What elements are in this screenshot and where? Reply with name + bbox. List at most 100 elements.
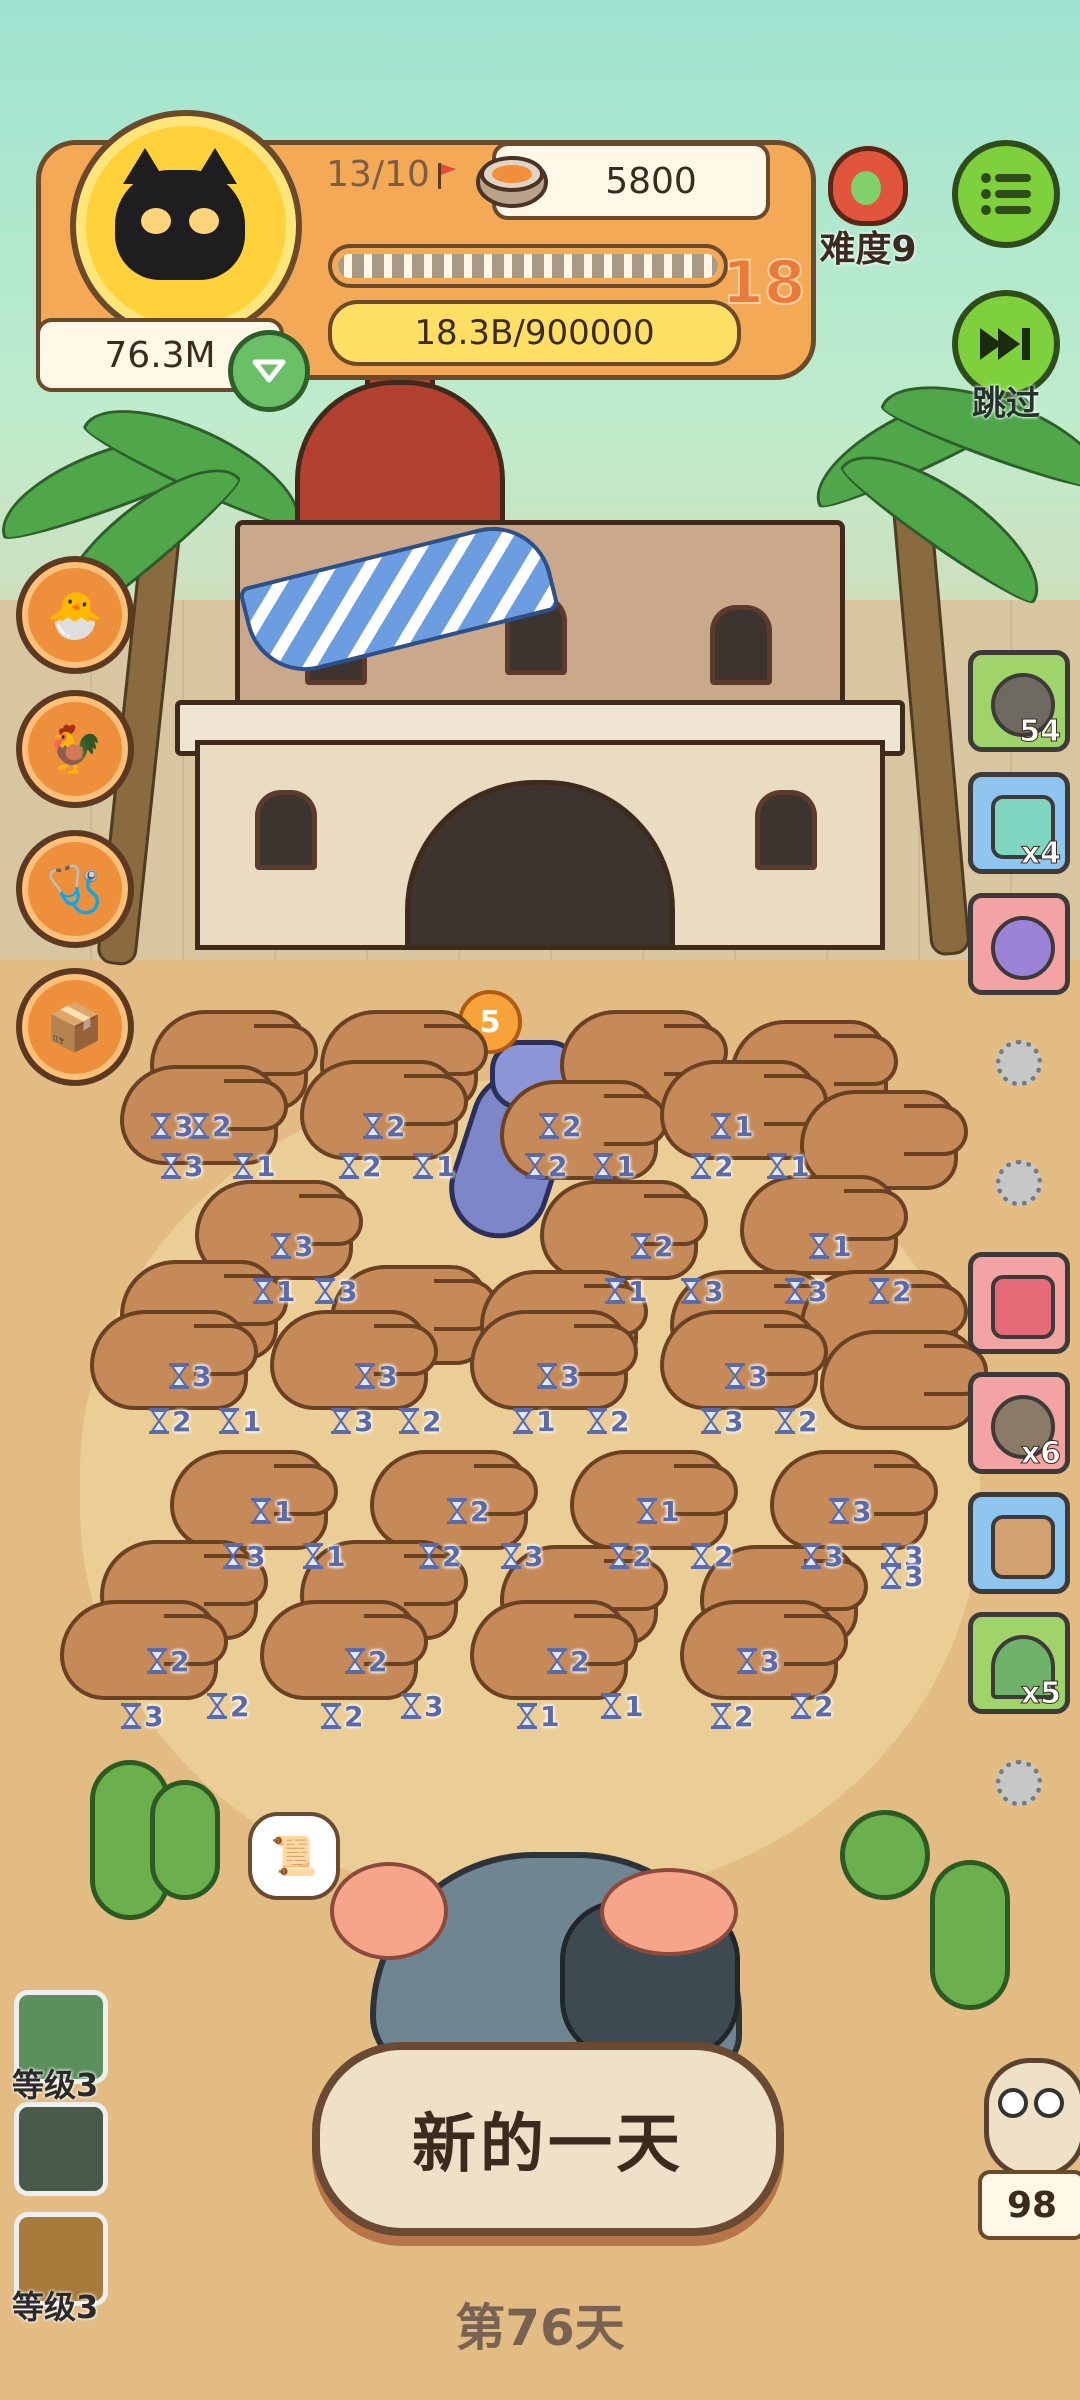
- hourglass-icon: [303, 1543, 323, 1569]
- hourglass-icon: [513, 1408, 533, 1434]
- timer-badge: 1: [232, 1150, 275, 1183]
- owl-count: 98: [978, 2170, 1080, 2240]
- capybara[interactable]: [540, 1180, 708, 1280]
- timer-badge: 2: [146, 1645, 189, 1678]
- capybara[interactable]: [60, 1600, 228, 1700]
- timer-value: 2: [230, 1690, 250, 1723]
- hourglass-icon: [345, 1648, 365, 1674]
- timer-value: 3: [424, 1690, 444, 1723]
- chevron-down-icon[interactable]: [228, 330, 310, 412]
- rooster-icon: 🐓: [46, 721, 104, 776]
- timer-badge: 3: [222, 1540, 265, 1573]
- new-day-button[interactable]: 新的一天: [312, 2042, 784, 2236]
- certificate-icon[interactable]: 📜: [248, 1812, 340, 1900]
- timer-value: 3: [294, 1230, 314, 1263]
- difficulty-indicator[interactable]: 难度9: [810, 146, 926, 272]
- wave-progress-text: 13/10: [326, 153, 430, 195]
- coin-tin-icon: [472, 142, 552, 214]
- timer-badge: 3: [354, 1360, 397, 1393]
- timer-badge: 2: [868, 1275, 911, 1308]
- hourglass-icon: [253, 1278, 273, 1304]
- timer-value: 2: [172, 1405, 192, 1438]
- jar-item[interactable]: x4: [968, 772, 1070, 874]
- chick-egg-button[interactable]: 🐣: [16, 556, 134, 674]
- hourglass-icon: [737, 1648, 757, 1674]
- timer-badge: 1: [808, 1230, 851, 1263]
- hourglass-icon: [601, 1693, 621, 1719]
- chick-egg-icon: 🐣: [46, 587, 104, 642]
- menu-icon: [981, 173, 1031, 215]
- timer-badge: 2: [710, 1700, 753, 1733]
- coin-counter: 5800: [476, 142, 770, 220]
- arena-building: [175, 350, 905, 950]
- timer-value: 3: [824, 1540, 844, 1573]
- rooster-button[interactable]: 🐓: [16, 690, 134, 808]
- timer-value: 3: [524, 1540, 544, 1573]
- timer-value: 3: [852, 1495, 872, 1528]
- timer-badge: 2: [446, 1495, 489, 1528]
- hourglass-icon: [631, 1233, 651, 1259]
- timer-value: 1: [274, 1495, 294, 1528]
- turtle-shell-count: x6: [1020, 1436, 1061, 1472]
- capybara[interactable]: [820, 1330, 988, 1430]
- timer-value: 2: [892, 1275, 912, 1308]
- hourglass-icon: [151, 1113, 171, 1139]
- timer-value: 2: [442, 1540, 462, 1573]
- box-button[interactable]: 📦: [16, 968, 134, 1086]
- menu-button[interactable]: [952, 140, 1060, 248]
- locked-level-slot[interactable]: [14, 2102, 108, 2196]
- turtle-shell-item[interactable]: x6: [968, 1372, 1070, 1474]
- hourglass-icon: [419, 1543, 439, 1569]
- timer-value: 2: [562, 1110, 582, 1143]
- difficulty-label: 难度9: [819, 229, 917, 270]
- hourglass-icon: [829, 1498, 849, 1524]
- timer-badge: 2: [188, 1110, 231, 1143]
- timer-value: 1: [256, 1150, 276, 1183]
- timer-value: 3: [174, 1110, 194, 1143]
- xp-progress-text: 18.3B/900000: [414, 313, 655, 353]
- timer-badge: 2: [774, 1405, 817, 1438]
- timer-badge: 3: [680, 1275, 723, 1308]
- hourglass-icon: [147, 1648, 167, 1674]
- first-aid-kit-button[interactable]: 🩺: [16, 830, 134, 948]
- hourglass-icon: [711, 1703, 731, 1729]
- timer-value: 2: [548, 1150, 568, 1183]
- hourglass-icon: [725, 1363, 745, 1389]
- timer-value: 3: [354, 1405, 374, 1438]
- locked-slot-icon: [996, 1160, 1042, 1206]
- timer-badge: 1: [600, 1690, 643, 1723]
- capybara[interactable]: [260, 1600, 428, 1700]
- timer-badge: 2: [320, 1700, 363, 1733]
- capybara[interactable]: [270, 1310, 438, 1410]
- hourglass-icon: [605, 1278, 625, 1304]
- heart-bag-item[interactable]: [968, 1252, 1070, 1354]
- hourglass-icon: [251, 1498, 271, 1524]
- timer-value: 1: [616, 1150, 636, 1183]
- timer-value: 3: [724, 1405, 744, 1438]
- hourglass-icon: [321, 1703, 341, 1729]
- timer-badge: 1: [604, 1275, 647, 1308]
- frame-item[interactable]: [968, 1492, 1070, 1594]
- timer-badge: 2: [630, 1230, 673, 1263]
- rock-pile-item[interactable]: 54: [968, 650, 1070, 752]
- hourglass-icon: [537, 1363, 557, 1389]
- timer-badge: 3: [736, 1645, 779, 1678]
- tent-item[interactable]: x5: [968, 1612, 1070, 1714]
- level-label-1: 等级3: [12, 2066, 99, 2104]
- timer-badge: 1: [412, 1150, 455, 1183]
- hourglass-icon: [501, 1543, 521, 1569]
- game-stage[interactable]: 5 23122 1 2 2 1 1 2 1 3 1 3 2 1 3 1 3 2 …: [0, 0, 1080, 2400]
- magic-wand-item[interactable]: [968, 893, 1070, 995]
- coin-amount: 5800: [605, 160, 697, 202]
- timer-badge: 2: [538, 1110, 581, 1143]
- hourglass-icon: [587, 1408, 607, 1434]
- timer-badge: 2: [524, 1150, 567, 1183]
- timer-badge: 3: [270, 1230, 313, 1263]
- capybara[interactable]: [170, 1450, 338, 1550]
- timer-badge: 2: [338, 1150, 381, 1183]
- timer-badge: 3: [160, 1150, 203, 1183]
- hourglass-icon: [701, 1408, 721, 1434]
- hourglass-icon: [399, 1408, 419, 1434]
- hourglass-icon: [233, 1153, 253, 1179]
- timer-badge: 3: [150, 1110, 193, 1143]
